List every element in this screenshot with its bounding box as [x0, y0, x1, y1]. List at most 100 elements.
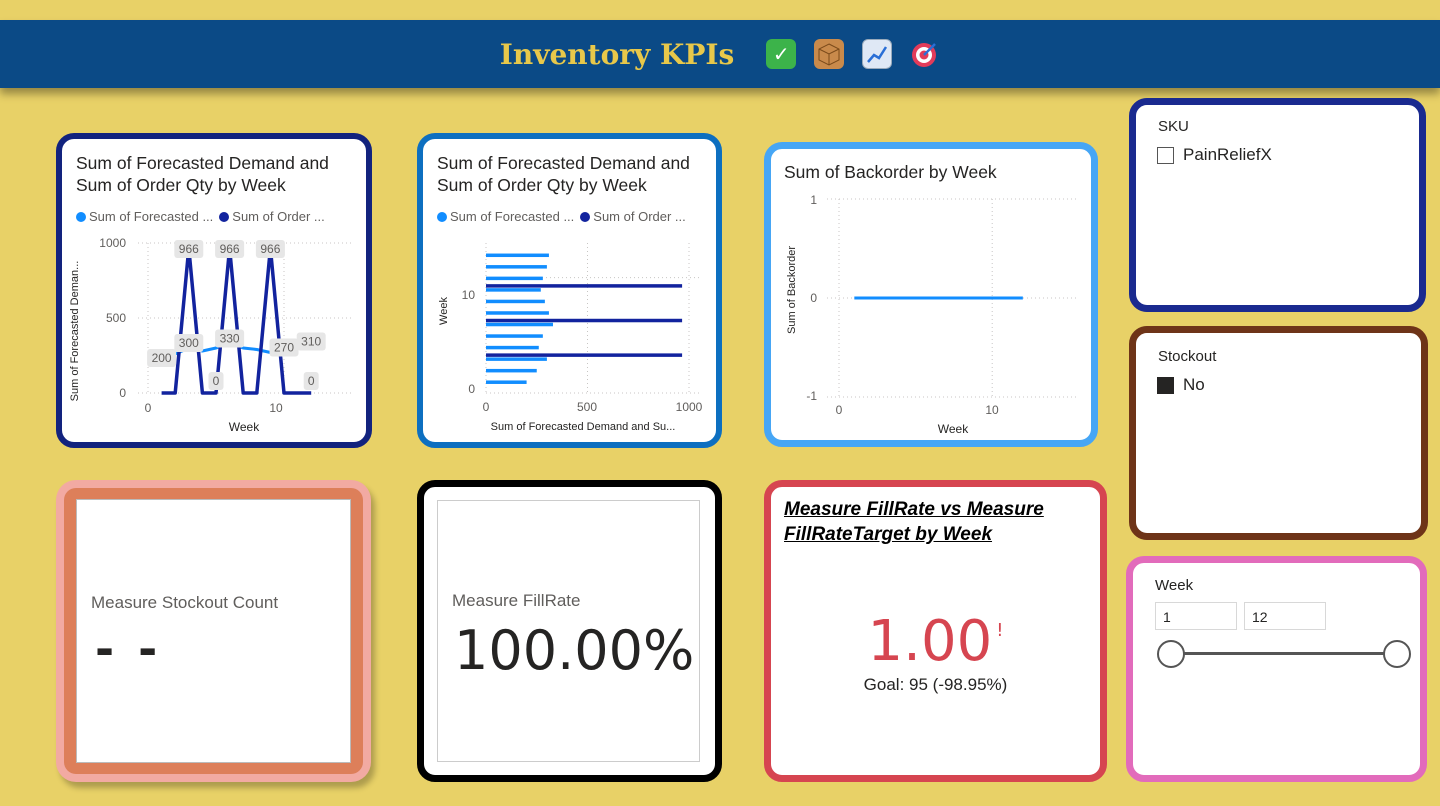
bar-forecast [486, 334, 543, 338]
sku-checkbox[interactable] [1157, 146, 1174, 164]
target-icon [910, 39, 940, 69]
data-label: 0 [308, 374, 315, 388]
sku-slicer-title: SKU [1158, 118, 1189, 135]
kpi-title-line1: Measure FillRate vs Measure [784, 499, 1044, 520]
line-chart-xlabel: Week [229, 420, 260, 434]
x-tick-label: 10 [269, 401, 283, 415]
bar-forecast [486, 380, 527, 384]
legend-item-forecast[interactable]: Sum of Forecasted ... [76, 209, 213, 224]
data-label: 966 [220, 242, 240, 256]
legend-marker-forecast [76, 212, 86, 222]
sku-option-painreliefx[interactable]: PainReliefX [1157, 145, 1272, 165]
page-title: Inventory KPIs [499, 37, 735, 71]
fillrate-kpi-card[interactable]: Measure FillRate vs Measure FillRateTarg… [764, 480, 1107, 782]
x-tick-label: 0 [483, 400, 490, 414]
stockout-slicer[interactable]: Stockout No [1129, 326, 1428, 540]
legend-item-order[interactable]: Sum of Order ... [219, 209, 325, 224]
data-label: 200 [152, 351, 172, 365]
y-tick-label: 0 [119, 386, 126, 400]
week-min-input[interactable]: 1 [1155, 602, 1237, 630]
backorder-chart-plot[interactable]: Sum of Backorder 1 0 -1 0 10 Week [771, 185, 1091, 437]
kpi-value: 1.00 [867, 609, 993, 674]
package-icon [814, 39, 845, 69]
kpi-goal: Goal: 95 (-98.95%) [863, 675, 1008, 694]
legend-label-order: Sum of Order ... [593, 209, 686, 224]
bar-forecast [486, 368, 537, 373]
sku-slicer[interactable]: SKU PainReliefX [1129, 98, 1426, 312]
week-slicer-title: Week [1155, 577, 1194, 594]
stockout-option-label: No [1183, 375, 1205, 394]
backorder-chart-card[interactable]: Sum of Backorder by Week Sum of Backorde… [764, 142, 1098, 447]
stockout-count-card: Measure Stockout Count - - [56, 480, 371, 782]
data-label: 966 [260, 242, 280, 256]
x-tick-label: 0 [145, 401, 152, 415]
week-slicer[interactable]: Week 1 12 [1126, 556, 1427, 782]
y-tick-label: 1 [810, 193, 817, 207]
fillrate-label: Measure FillRate [452, 591, 581, 610]
data-label: 966 [179, 242, 199, 256]
series-line-order [161, 246, 312, 395]
bar-chart-title-line1: Sum of Forecasted Demand and [437, 153, 690, 173]
data-label: 300 [179, 336, 199, 350]
bar-chart-plot[interactable]: Week 10 0 0 500 1000 Sum of Forecasted D… [423, 231, 716, 441]
bar-forecast [486, 265, 547, 269]
kpi-status-indicator: ! [996, 620, 1004, 641]
bar-order [486, 318, 683, 323]
x-tick-label: 500 [577, 400, 597, 414]
x-tick-label: 0 [836, 403, 843, 417]
data-label: 0 [213, 374, 220, 388]
line-chart-card[interactable]: Sum of Forecasted Demand and Sum of Orde… [56, 133, 372, 448]
bar-forecast [486, 311, 549, 315]
line-chart-title-line1: Sum of Forecasted Demand and [76, 153, 329, 173]
y-tick-label: -1 [806, 389, 817, 403]
stockout-checkbox[interactable] [1157, 376, 1174, 394]
bar-chart-title-line2: Sum of Order Qty by Week [437, 175, 647, 195]
legend-label-forecast: Sum of Forecasted ... [450, 209, 575, 224]
x-tick-label: 10 [985, 403, 999, 417]
y-tick-label: 1000 [99, 236, 126, 250]
bar-forecast [486, 357, 547, 361]
data-label: 310 [301, 335, 321, 349]
header-banner: Inventory KPIs ✓ [0, 20, 1440, 88]
bar-chart-card[interactable]: Sum of Forecasted Demand and Sum of Orde… [417, 133, 722, 448]
bar-chart-legend: Sum of Forecasted ... Sum of Order ... [437, 209, 686, 224]
bar-forecast [486, 299, 545, 304]
legend-marker-order [580, 212, 591, 222]
legend-marker-forecast [437, 212, 447, 222]
y-tick-label: 0 [468, 382, 475, 396]
stockout-slicer-title: Stockout [1158, 348, 1217, 365]
chart-increasing-icon [862, 39, 893, 69]
x-tick-label: 1000 [676, 400, 703, 414]
legend-item-order[interactable]: Sum of Order ... [580, 209, 686, 224]
line-chart-title-line2: Sum of Order Qty by Week [76, 175, 286, 195]
backorder-chart-ylabel: Sum of Backorder [786, 246, 798, 334]
backorder-chart-xlabel: Week [938, 422, 969, 436]
bar-forecast [486, 345, 539, 350]
bar-chart-ylabel: Week [438, 297, 450, 325]
kpi-title: Measure FillRate vs Measure FillRateTarg… [784, 497, 1044, 547]
week-max-input[interactable]: 12 [1244, 602, 1326, 630]
kpi-value-row: 1.00! [771, 609, 1100, 674]
bar-forecast [486, 322, 553, 327]
line-chart-legend: Sum of Forecasted ... Sum of Order ... [76, 209, 325, 224]
week-slider-track[interactable] [1171, 652, 1393, 655]
legend-item-forecast[interactable]: Sum of Forecasted ... [437, 209, 574, 224]
stockout-count-inner: Measure Stockout Count - - [76, 499, 351, 763]
y-tick-label: 0 [810, 291, 817, 305]
data-label: 330 [220, 332, 240, 346]
sku-option-label: PainReliefX [1183, 145, 1272, 164]
stockout-option-no[interactable]: No [1157, 375, 1205, 395]
check-mark-icon: ✓ [766, 39, 797, 69]
y-tick-label: 10 [462, 288, 476, 302]
week-slider-max-handle[interactable] [1383, 640, 1411, 668]
y-tick-label: 500 [106, 311, 126, 325]
legend-label-forecast: Sum of Forecasted ... [89, 209, 214, 224]
backorder-chart-title: Sum of Backorder by Week [784, 161, 997, 183]
stockout-count-value: - - [95, 622, 162, 676]
bar-forecast [486, 253, 549, 258]
kpi-title-line2: FillRateTarget by Week [784, 524, 993, 545]
stockout-count-label: Measure Stockout Count [91, 593, 279, 612]
week-slider-min-handle[interactable] [1157, 640, 1185, 668]
line-chart-plot[interactable]: Sum of Forecasted Deman... 1000 500 0 0 … [62, 231, 366, 441]
bar-order [486, 284, 683, 288]
